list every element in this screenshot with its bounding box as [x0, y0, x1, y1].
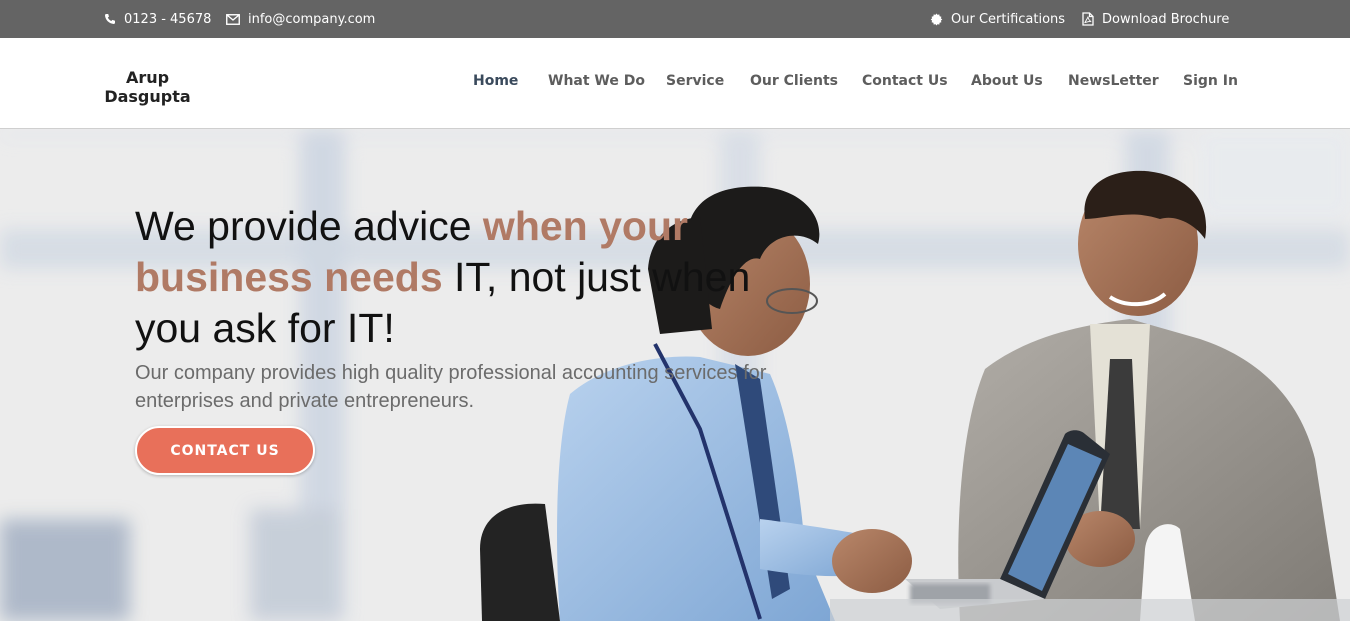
certifications-label: Our Certifications: [951, 11, 1066, 27]
envelope-icon: [226, 13, 240, 25]
nav-newsletter[interactable]: NewsLetter: [1068, 73, 1159, 89]
nav-about-us[interactable]: About Us: [971, 73, 1043, 89]
phone-icon: [104, 13, 116, 25]
email-address: info@company.com: [248, 11, 376, 27]
nav-contact-us[interactable]: Contact Us: [862, 73, 948, 89]
phone-number: 0123 - 45678: [124, 11, 212, 27]
site-header: Arup Dasgupta Home What We Do Service Ou…: [0, 38, 1350, 129]
headline-part1: We provide advice: [135, 203, 483, 249]
download-brochure-link[interactable]: Download Brochure: [1082, 0, 1229, 38]
brochure-label: Download Brochure: [1102, 11, 1230, 27]
pdf-file-icon: [1082, 12, 1094, 26]
top-bar: 0123 - 45678 info@company.com Our Certif…: [0, 0, 1350, 38]
certificate-badge-icon: [930, 13, 943, 26]
nav-our-clients[interactable]: Our Clients: [750, 73, 838, 89]
certifications-link[interactable]: Our Certifications: [930, 0, 1065, 38]
nav-service[interactable]: Service: [666, 73, 724, 89]
phone-contact[interactable]: 0123 - 45678: [104, 0, 211, 38]
main-nav: Home What We Do Service Our Clients Cont…: [0, 38, 1350, 128]
contact-us-button[interactable]: CONTACT US: [135, 426, 315, 475]
hero-subtext: Our company provides high quality profes…: [135, 362, 767, 412]
nav-what-we-do[interactable]: What We Do: [548, 73, 645, 89]
hero-section: We provide advice when your business nee…: [0, 129, 1350, 621]
nav-home[interactable]: Home: [473, 73, 518, 89]
email-contact[interactable]: info@company.com: [226, 0, 375, 38]
hero-headline: We provide advice when your business nee…: [135, 201, 815, 354]
nav-sign-in[interactable]: Sign In: [1183, 73, 1238, 89]
